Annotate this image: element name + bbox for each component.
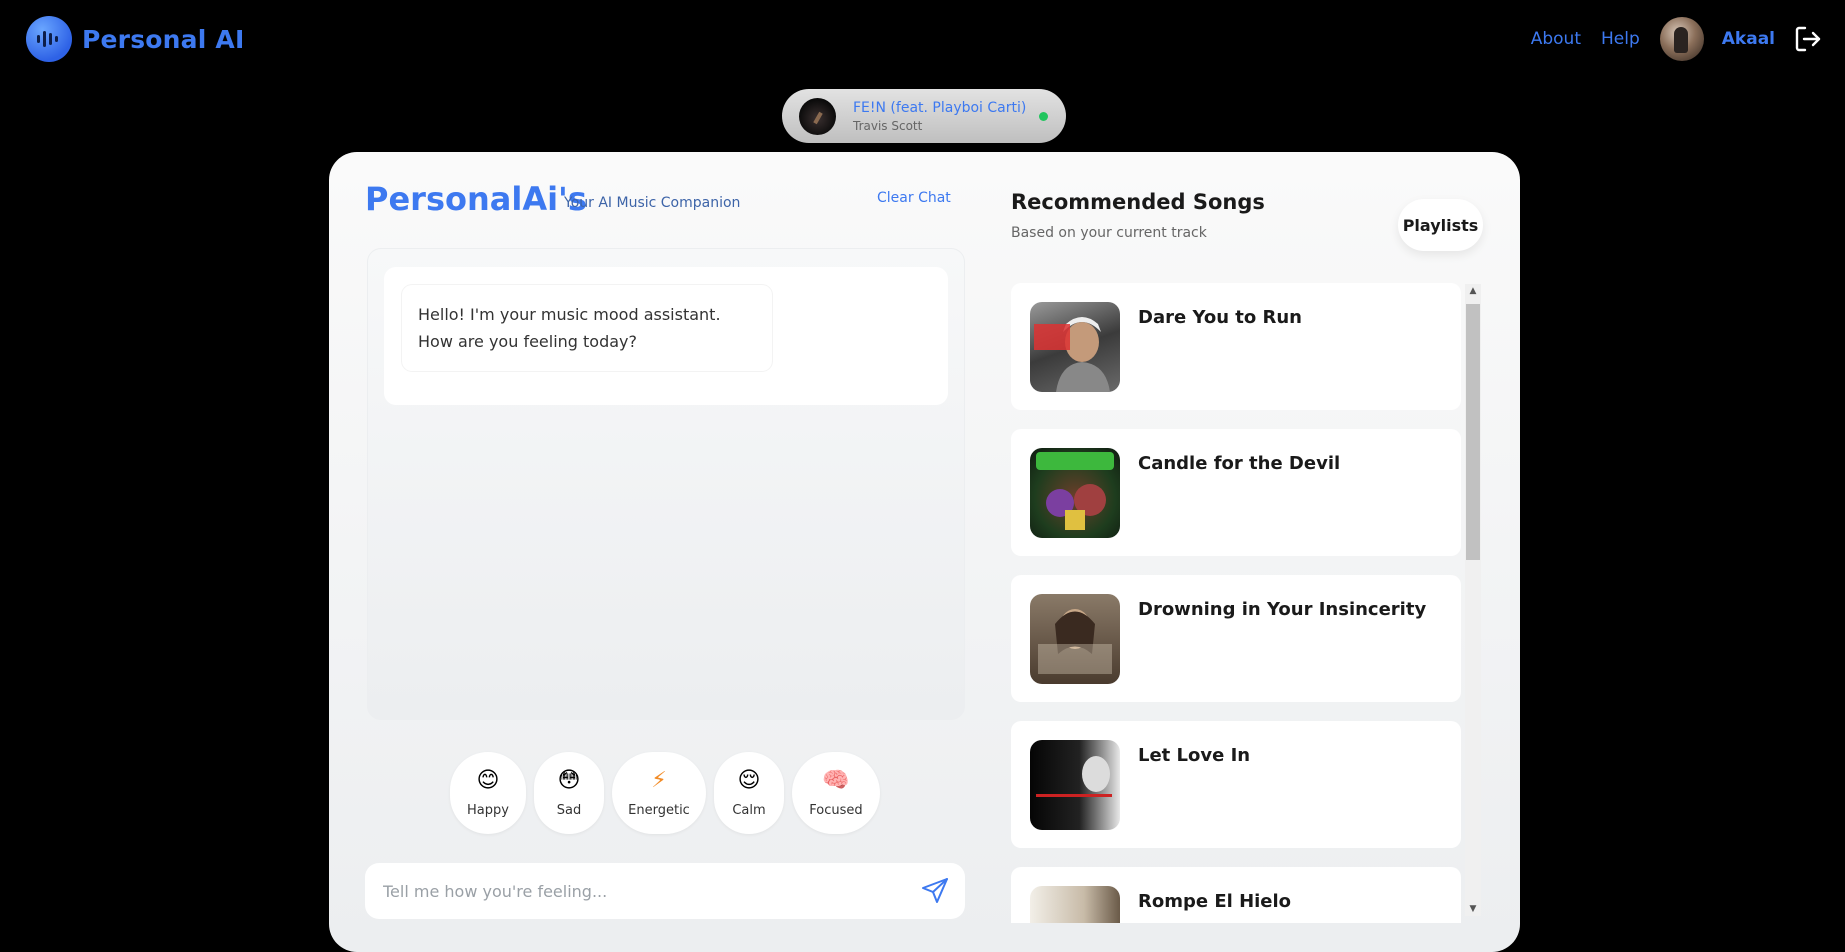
username[interactable]: Akaal — [1722, 29, 1775, 49]
song-card[interactable]: Drowning in Your Insincerity — [1011, 575, 1461, 702]
playing-status-dot — [1039, 112, 1048, 121]
chat-title: PersonalAi's — [365, 180, 587, 218]
chat-messages[interactable]: Hello! I'm your music mood assistant. Ho… — [367, 248, 965, 720]
flushed-face-icon: 😳 — [557, 767, 581, 793]
mood-label: Calm — [732, 802, 766, 818]
mood-sad-button[interactable]: 😳 Sad — [534, 752, 604, 834]
mood-focused-button[interactable]: 🧠 Focused — [792, 752, 880, 834]
mood-calm-button[interactable]: 😌 Calm — [714, 752, 784, 834]
chat-input-box — [365, 863, 965, 919]
brain-icon: 🧠 — [822, 767, 850, 793]
song-title: Let Love In — [1138, 745, 1251, 766]
song-card[interactable]: Dare You to Run — [1011, 283, 1461, 410]
lightning-icon: ⚡ — [651, 767, 667, 793]
relieved-face-icon: 😌 — [737, 767, 761, 793]
song-list[interactable]: Dare You to Run Candle for the Devil Dro… — [1011, 283, 1461, 923]
song-list-scrollbar[interactable]: ▲ ▼ — [1465, 284, 1481, 916]
mood-label: Happy — [467, 802, 509, 818]
send-icon[interactable] — [921, 877, 949, 905]
album-art — [1030, 448, 1120, 538]
clear-chat-button[interactable]: Clear Chat — [877, 190, 951, 206]
app-name: Personal AI — [82, 24, 245, 54]
song-title: Candle for the Devil — [1138, 453, 1341, 474]
mood-energetic-button[interactable]: ⚡ Energetic — [612, 752, 706, 834]
assistant-message: Hello! I'm your music mood assistant. Ho… — [402, 285, 772, 371]
now-playing-artist: Travis Scott — [853, 118, 923, 133]
album-art — [1030, 302, 1120, 392]
now-playing-album-art — [799, 97, 836, 135]
now-playing-info: FE!N (feat. Playboi Carti) Travis Scott — [853, 100, 1026, 133]
nav-about-link[interactable]: About — [1531, 29, 1581, 49]
sound-wave-icon — [26, 16, 72, 62]
assistant-message-card: Hello! I'm your music mood assistant. Ho… — [384, 267, 948, 405]
avatar[interactable] — [1659, 17, 1704, 61]
song-title: Drowning in Your Insincerity — [1138, 599, 1427, 620]
song-title: Rompe El Hielo — [1138, 891, 1292, 912]
album-art — [1030, 886, 1120, 923]
album-art — [1030, 594, 1120, 684]
recommendations-subtitle: Based on your current track — [1011, 225, 1207, 241]
song-card[interactable]: Let Love In — [1011, 721, 1461, 848]
app-logo[interactable]: Personal AI — [26, 16, 244, 62]
recommendations-panel: Recommended Songs Based on your current … — [1011, 152, 1483, 952]
mood-happy-button[interactable]: 😊 Happy — [450, 752, 526, 834]
chat-panel: PersonalAi's Your AI Music Companion Cle… — [365, 152, 965, 952]
recommendations-title: Recommended Songs — [1011, 190, 1265, 214]
logout-icon[interactable] — [1793, 24, 1823, 54]
playlists-button[interactable]: Playlists — [1398, 199, 1483, 251]
now-playing-title: FE!N (feat. Playboi Carti) — [853, 99, 1027, 116]
mood-label: Focused — [809, 802, 863, 818]
mood-label: Sad — [556, 802, 582, 818]
scrollbar-thumb[interactable] — [1466, 304, 1480, 560]
chat-input[interactable] — [383, 879, 903, 903]
scroll-up-arrow-icon[interactable]: ▲ — [1465, 284, 1481, 298]
top-nav: About Help Akaal — [1511, 16, 1823, 62]
song-title: Dare You to Run — [1138, 307, 1302, 328]
mood-buttons: 😊 Happy 😳 Sad ⚡ Energetic 😌 Calm 🧠 Focus… — [365, 752, 965, 834]
album-art — [1030, 740, 1120, 830]
now-playing-pill[interactable]: FE!N (feat. Playboi Carti) Travis Scott — [782, 89, 1066, 143]
song-card[interactable]: Candle for the Devil — [1011, 429, 1461, 556]
nav-help-link[interactable]: Help — [1601, 29, 1640, 49]
smile-icon: 😊 — [476, 767, 500, 793]
mood-label: Energetic — [628, 802, 690, 818]
top-bar: Personal AI About Help Akaal — [0, 0, 1845, 78]
song-card[interactable]: Rompe El Hielo — [1011, 867, 1461, 923]
chat-subtitle: Your AI Music Companion — [564, 195, 741, 211]
main-card: PersonalAi's Your AI Music Companion Cle… — [329, 152, 1520, 952]
